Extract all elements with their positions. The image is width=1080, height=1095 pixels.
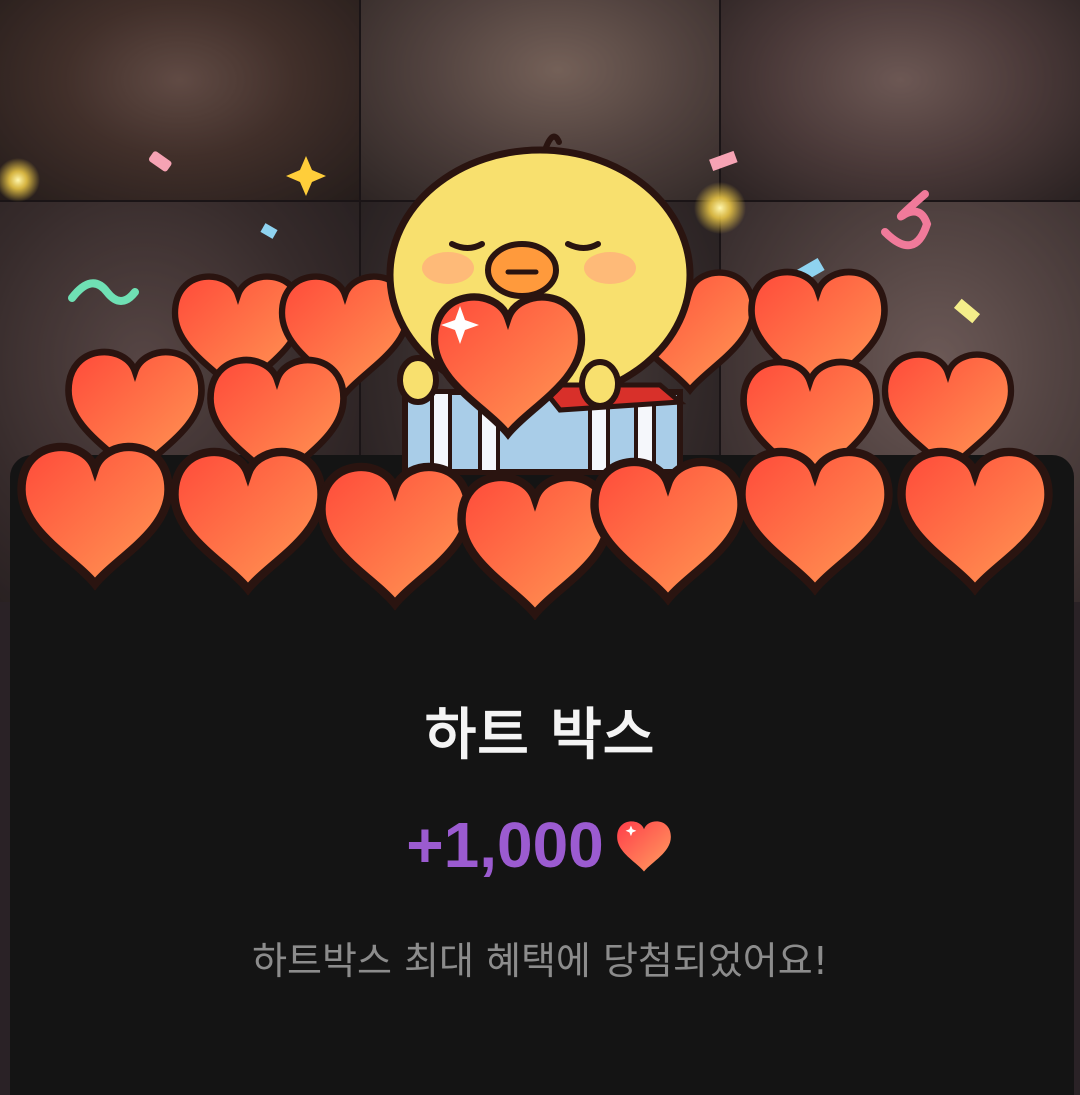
reward-amount: +1,000	[406, 809, 604, 881]
heart-icon	[616, 821, 671, 872]
reward-amount-row: +1,000	[0, 808, 1080, 882]
sparkle-icon	[694, 182, 746, 234]
sparkle-icon	[0, 158, 40, 202]
popup-title: 하트 박스	[424, 703, 656, 768]
reward-message: 하트박스 최대 혜택에 당첨되었어요!	[252, 939, 828, 983]
sparkle-icon	[286, 156, 326, 196]
heart-box-illustration	[0, 133, 1080, 620]
